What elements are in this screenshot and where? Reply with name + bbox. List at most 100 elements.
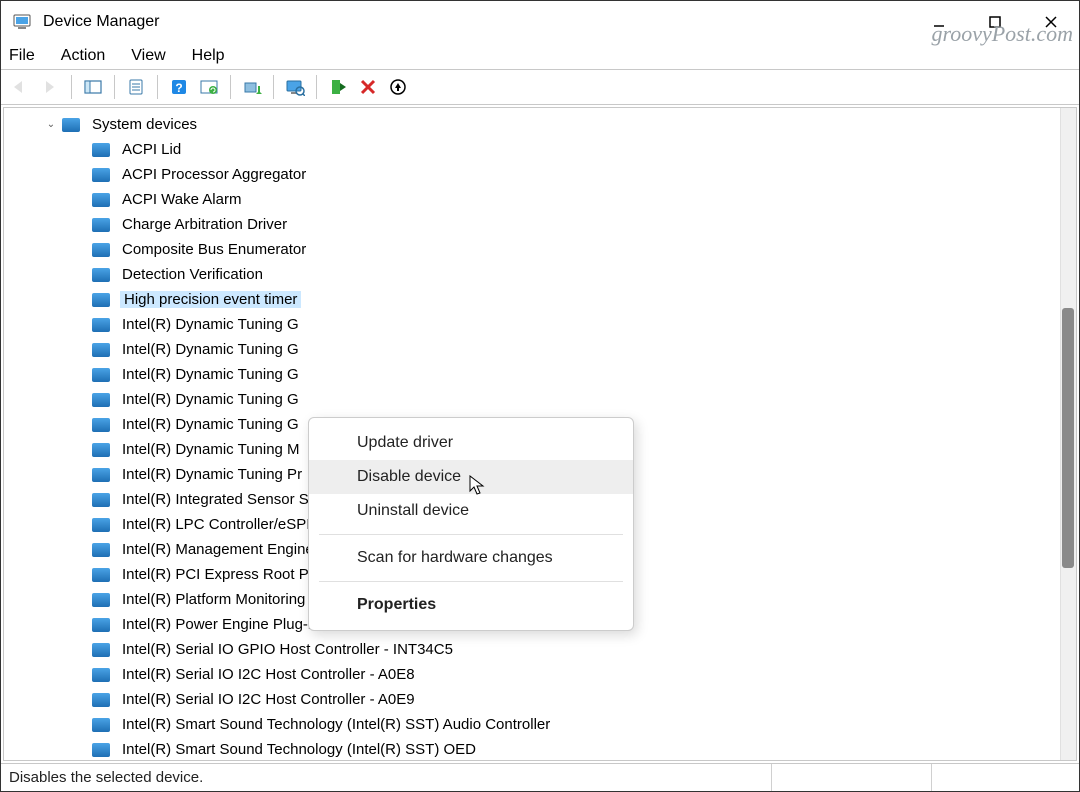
device-icon bbox=[92, 143, 110, 157]
device-label: High precision event timer bbox=[120, 291, 301, 308]
device-label: Detection Verification bbox=[120, 266, 265, 283]
device-label: Intel(R) Serial IO GPIO Host Controller … bbox=[120, 641, 455, 658]
menu-help[interactable]: Help bbox=[192, 47, 225, 65]
context-separator bbox=[319, 581, 623, 582]
device-label: Intel(R) Dynamic Tuning G bbox=[120, 391, 301, 408]
device-label: Intel(R) Dynamic Tuning G bbox=[120, 341, 301, 358]
show-hide-tree-button[interactable] bbox=[80, 74, 106, 100]
category-system-devices[interactable]: ⌄System devices bbox=[4, 112, 1076, 137]
content-area: ⌄System devicesACPI Lid ACPI Processor Ag… bbox=[1, 105, 1079, 763]
menubar: File Action View Help bbox=[1, 43, 1079, 69]
menu-action[interactable]: Action bbox=[61, 47, 105, 65]
device-icon bbox=[92, 318, 110, 332]
watermark: groovyPost.com bbox=[931, 21, 1073, 47]
device-icon bbox=[92, 718, 110, 732]
device-icon bbox=[92, 168, 110, 182]
app-icon bbox=[11, 11, 33, 33]
device-item[interactable]: Composite Bus Enumerator bbox=[4, 237, 1076, 262]
context-item-disable-device[interactable]: Disable device bbox=[309, 460, 633, 494]
device-item[interactable]: Intel(R) Dynamic Tuning G bbox=[4, 387, 1076, 412]
separator-icon bbox=[157, 75, 158, 99]
device-icon bbox=[92, 468, 110, 482]
expander-icon[interactable]: ⌄ bbox=[44, 119, 58, 130]
device-icon bbox=[92, 443, 110, 457]
device-icon bbox=[92, 368, 110, 382]
device-icon bbox=[92, 668, 110, 682]
device-label: Composite Bus Enumerator bbox=[120, 241, 308, 258]
device-icon bbox=[92, 593, 110, 607]
device-label: Intel(R) Dynamic Tuning G bbox=[120, 316, 301, 333]
device-item[interactable]: Intel(R) Serial IO I2C Host Controller -… bbox=[4, 687, 1076, 712]
device-item[interactable]: ACPI Wake Alarm bbox=[4, 187, 1076, 212]
uninstall-device-button[interactable] bbox=[385, 74, 411, 100]
help-button[interactable]: ? bbox=[166, 74, 192, 100]
device-item[interactable]: Intel(R) Dynamic Tuning G bbox=[4, 362, 1076, 387]
device-label: Charge Arbitration Driver bbox=[120, 216, 289, 233]
menu-file[interactable]: File bbox=[9, 47, 35, 65]
device-item[interactable]: ACPI Lid bbox=[4, 137, 1076, 162]
device-item[interactable]: Intel(R) Dynamic Tuning G bbox=[4, 337, 1076, 362]
vertical-scrollbar[interactable] bbox=[1060, 108, 1076, 760]
context-item-properties[interactable]: Properties bbox=[309, 588, 633, 622]
context-item-scan-for-hardware-changes[interactable]: Scan for hardware changes bbox=[309, 541, 633, 575]
context-separator bbox=[319, 534, 623, 535]
device-icon bbox=[92, 193, 110, 207]
menu-view[interactable]: View bbox=[131, 47, 165, 65]
device-label: Intel(R) Smart Sound Technology (Intel(R… bbox=[120, 716, 552, 733]
device-icon bbox=[92, 268, 110, 282]
device-label: Intel(R) Power Engine Plug-in bbox=[120, 616, 322, 633]
separator-icon bbox=[230, 75, 231, 99]
properties-button[interactable] bbox=[123, 74, 149, 100]
separator-icon bbox=[273, 75, 274, 99]
device-item[interactable]: Intel(R) Dynamic Tuning G bbox=[4, 312, 1076, 337]
back-button[interactable] bbox=[7, 74, 33, 100]
device-icon bbox=[92, 518, 110, 532]
device-label: Intel(R) Dynamic Tuning G bbox=[120, 366, 301, 383]
device-label: Intel(R) Dynamic Tuning M bbox=[120, 441, 302, 458]
device-icon bbox=[92, 293, 110, 307]
device-item[interactable]: Intel(R) Smart Sound Technology (Intel(R… bbox=[4, 712, 1076, 737]
context-item-update-driver[interactable]: Update driver bbox=[309, 426, 633, 460]
device-item[interactable]: Detection Verification bbox=[4, 262, 1076, 287]
update-driver-button[interactable] bbox=[239, 74, 265, 100]
scroll-thumb[interactable] bbox=[1062, 308, 1074, 568]
statusbar-text: Disables the selected device. bbox=[9, 769, 771, 786]
device-manager-window: Device Manager groovyPost.com File Actio… bbox=[0, 0, 1080, 792]
device-icon bbox=[92, 418, 110, 432]
svg-text:?: ? bbox=[175, 81, 182, 95]
separator-icon bbox=[71, 75, 72, 99]
device-icon bbox=[92, 393, 110, 407]
device-item[interactable]: Intel(R) Serial IO I2C Host Controller -… bbox=[4, 662, 1076, 687]
device-label: ACPI Wake Alarm bbox=[120, 191, 243, 208]
device-icon bbox=[92, 218, 110, 232]
device-label: Intel(R) Serial IO I2C Host Controller -… bbox=[120, 691, 417, 708]
disable-device-button[interactable] bbox=[355, 74, 381, 100]
toolbar: ? bbox=[1, 69, 1079, 105]
device-icon bbox=[92, 618, 110, 632]
device-icon bbox=[92, 643, 110, 657]
device-item[interactable]: ACPI Processor Aggregator bbox=[4, 162, 1076, 187]
device-category-icon bbox=[62, 118, 80, 132]
titlebar: Device Manager bbox=[1, 1, 1079, 43]
device-icon bbox=[92, 568, 110, 582]
refresh-button[interactable] bbox=[196, 74, 222, 100]
device-icon bbox=[92, 493, 110, 507]
device-icon bbox=[92, 543, 110, 557]
enable-device-button[interactable] bbox=[325, 74, 351, 100]
forward-button[interactable] bbox=[37, 74, 63, 100]
device-item[interactable]: Intel(R) Serial IO GPIO Host Controller … bbox=[4, 637, 1076, 662]
statusbar: Disables the selected device. bbox=[1, 763, 1079, 791]
device-icon bbox=[92, 343, 110, 357]
device-icon bbox=[92, 693, 110, 707]
device-label: Intel(R) Dynamic Tuning G bbox=[120, 416, 301, 433]
context-item-uninstall-device[interactable]: Uninstall device bbox=[309, 494, 633, 528]
device-item[interactable]: Charge Arbitration Driver bbox=[4, 212, 1076, 237]
device-label: ACPI Processor Aggregator bbox=[120, 166, 308, 183]
scan-hardware-button[interactable] bbox=[282, 74, 308, 100]
window-title: Device Manager bbox=[43, 13, 911, 31]
device-icon bbox=[92, 243, 110, 257]
separator-icon bbox=[316, 75, 317, 99]
context-menu: Update driverDisable deviceUninstall dev… bbox=[308, 417, 634, 631]
device-item[interactable]: Intel(R) Smart Sound Technology (Intel(R… bbox=[4, 737, 1076, 761]
device-item[interactable]: High precision event timer bbox=[4, 287, 1076, 312]
